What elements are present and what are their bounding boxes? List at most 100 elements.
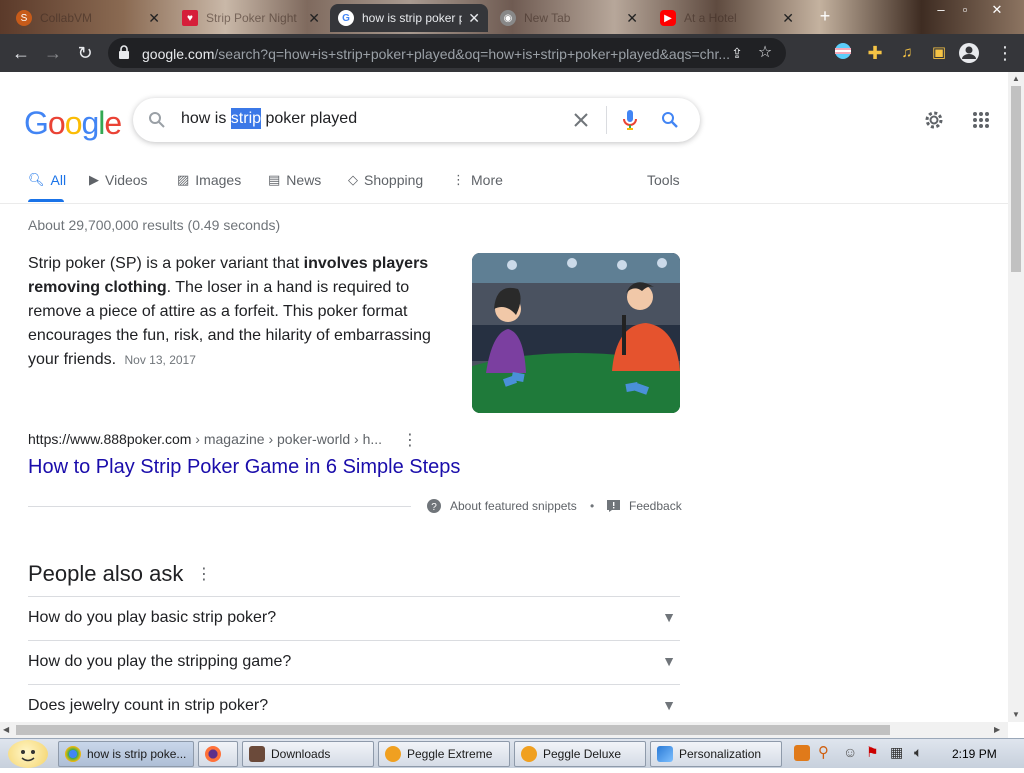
tab-all[interactable]: 🔍︎ All: [28, 172, 66, 188]
tab-close-icon[interactable]: ✕: [308, 10, 320, 27]
tab-more[interactable]: ⋮ More: [452, 172, 503, 188]
vertical-scroll-thumb[interactable]: [1011, 86, 1021, 272]
result-title-link[interactable]: How to Play Strip Poker Game in 6 Simple…: [28, 456, 460, 479]
back-arrow-icon[interactable]: ←: [10, 42, 32, 64]
taskbar-item-personalization[interactable]: Personalization: [650, 741, 782, 767]
featured-snippet-image[interactable]: [472, 253, 680, 413]
tab-youtube[interactable]: ▶ At a Hotel ✕: [652, 4, 802, 32]
paa-question-row[interactable]: Does jewelry count in strip poker? ▼: [28, 684, 680, 722]
about-snippets-label: About featured snippets: [450, 499, 577, 513]
tools-button[interactable]: Tools: [647, 172, 680, 188]
taskbar-item-peggle-extreme[interactable]: Peggle Extreme: [378, 741, 510, 767]
taskbar-item-label: how is strip poke...: [87, 747, 187, 761]
tab-title: Strip Poker Night: [206, 11, 297, 25]
scroll-down-arrow-icon[interactable]: ▼: [1012, 710, 1020, 719]
lock-icon: [119, 45, 129, 59]
paa-more-options-icon[interactable]: ⋮: [196, 564, 212, 584]
youtube-favicon-icon: ▶: [660, 10, 676, 26]
about-featured-snippets-link[interactable]: ? About featured snippets: [427, 499, 577, 513]
address-bar[interactable]: google.com/search?q=how+is+strip+poker+p…: [108, 38, 786, 68]
side-panel-icon[interactable]: ▣: [928, 42, 950, 64]
forward-arrow-icon[interactable]: →: [42, 42, 64, 64]
featured-snippet-text: Strip poker (SP) is a poker variant that…: [28, 252, 440, 372]
active-tab-underline: [28, 199, 64, 202]
tab-title: CollabVM: [40, 11, 93, 25]
new-tab-plus-icon[interactable]: +: [814, 6, 836, 26]
taskbar-item-chrome[interactable]: how is strip poke...: [58, 741, 194, 767]
peggle-icon: [385, 746, 401, 762]
help-question-icon: ?: [427, 499, 441, 513]
tab-videos[interactable]: ▶ Videos: [89, 172, 148, 188]
tab-images[interactable]: ▨ Images: [177, 172, 241, 188]
search-submit-icon[interactable]: [661, 111, 679, 129]
browser-toolbar: ← → ↻ google.com/search?q=how+is+strip+p…: [0, 34, 1024, 72]
taskbar-item-label: Personalization: [679, 747, 762, 761]
scroll-left-arrow-icon[interactable]: ◀: [3, 725, 9, 734]
scroll-up-arrow-icon[interactable]: ▲: [1012, 74, 1020, 83]
google-apps-grid-icon[interactable]: [972, 111, 990, 129]
paa-question-row[interactable]: How do you play the stripping game? ▼: [28, 640, 680, 684]
extension-flag-icon[interactable]: [832, 42, 854, 64]
tray-flag-icon[interactable]: ⚑: [866, 744, 879, 761]
personalization-icon: [657, 746, 673, 762]
feedback-label: Feedback: [629, 499, 682, 513]
scroll-right-arrow-icon[interactable]: ▶: [994, 725, 1000, 734]
tab-collabvm[interactable]: S CollabVM ✕: [8, 4, 168, 32]
settings-gear-icon[interactable]: [923, 109, 945, 131]
result-citation[interactable]: https://www.888poker.com › magazine › po…: [28, 431, 382, 447]
maximize-icon[interactable]: ▫: [954, 2, 976, 18]
tab-close-icon[interactable]: ✕: [468, 10, 480, 27]
tab-close-icon[interactable]: ✕: [148, 10, 160, 27]
search-input[interactable]: how is strip poker played: [181, 108, 357, 129]
clear-query-icon[interactable]: [573, 112, 589, 128]
profile-avatar-icon[interactable]: [958, 42, 980, 64]
voice-search-mic-icon[interactable]: [622, 109, 638, 131]
taskbar-item-peggle-deluxe[interactable]: Peggle Deluxe: [514, 741, 646, 767]
google-logo[interactable]: Google: [24, 105, 122, 142]
tab-images-label: Images: [195, 172, 242, 188]
search-magnifier-icon: [149, 112, 165, 128]
tab-shopping[interactable]: ◇ Shopping: [348, 172, 423, 188]
horizontal-scroll-thumb[interactable]: [16, 725, 890, 735]
tray-search-icon[interactable]: ⚲: [818, 743, 829, 761]
result-more-options-icon[interactable]: ⋮: [402, 430, 418, 450]
result-stats: About 29,700,000 results (0.49 seconds): [28, 217, 281, 233]
taskbar-clock[interactable]: 2:19 PM: [952, 747, 997, 761]
media-control-icon[interactable]: ♫: [896, 42, 918, 64]
search-box[interactable]: how is strip poker played: [133, 98, 700, 142]
taskbar-item-firefox[interactable]: [198, 741, 238, 767]
tab-strip-poker-night[interactable]: ♥ Strip Poker Night ✕: [174, 4, 328, 32]
tray-network-icon[interactable]: ▦: [890, 744, 903, 761]
search-small-icon: 🔍︎: [28, 172, 45, 187]
tab-google-search[interactable]: G how is strip poker played ✕: [330, 4, 488, 32]
chevron-down-icon: ▼: [662, 697, 676, 713]
tab-close-icon[interactable]: ✕: [626, 10, 638, 27]
tab-close-icon[interactable]: ✕: [782, 10, 794, 27]
reload-icon[interactable]: ↻: [74, 42, 96, 64]
minimize-icon[interactable]: –: [930, 2, 952, 18]
tab-news[interactable]: ▤ News: [268, 172, 321, 188]
share-icon[interactable]: ⇪: [726, 42, 748, 64]
cite-host: https://www.888poker.com: [28, 431, 192, 447]
horizontal-scrollbar[interactable]: ◀ ▶: [0, 722, 1008, 738]
collabvm-favicon-icon: S: [16, 10, 32, 26]
taskbar-item-downloads[interactable]: Downloads: [242, 741, 374, 767]
taskbar-item-label: Peggle Extreme: [407, 747, 493, 761]
chrome-favicon-icon: ◉: [500, 10, 516, 26]
snippet-date: Nov 13, 2017: [124, 353, 196, 367]
tab-new-tab[interactable]: ◉ New Tab ✕: [492, 4, 646, 32]
extensions-puzzle-icon[interactable]: ✚: [864, 42, 886, 64]
bookmark-star-icon[interactable]: ☆: [754, 42, 776, 64]
vertical-scrollbar[interactable]: ▲ ▼: [1008, 72, 1024, 722]
tray-smiley-icon[interactable]: ☺: [843, 744, 857, 760]
paa-question-row[interactable]: How do you play basic strip poker? ▼: [28, 596, 680, 640]
start-button[interactable]: [8, 740, 48, 768]
tab-shopping-label: Shopping: [364, 172, 424, 188]
chrome-menu-icon[interactable]: ⋮: [994, 42, 1016, 64]
feedback-link[interactable]: Feedback: [607, 499, 682, 513]
tray-app-icon[interactable]: [794, 745, 810, 761]
tools-label: Tools: [647, 172, 680, 188]
tabs-divider: [0, 203, 1008, 204]
tray-volume-icon[interactable]: 🔈︎: [914, 744, 922, 761]
window-close-icon[interactable]: ✕: [986, 2, 1008, 18]
